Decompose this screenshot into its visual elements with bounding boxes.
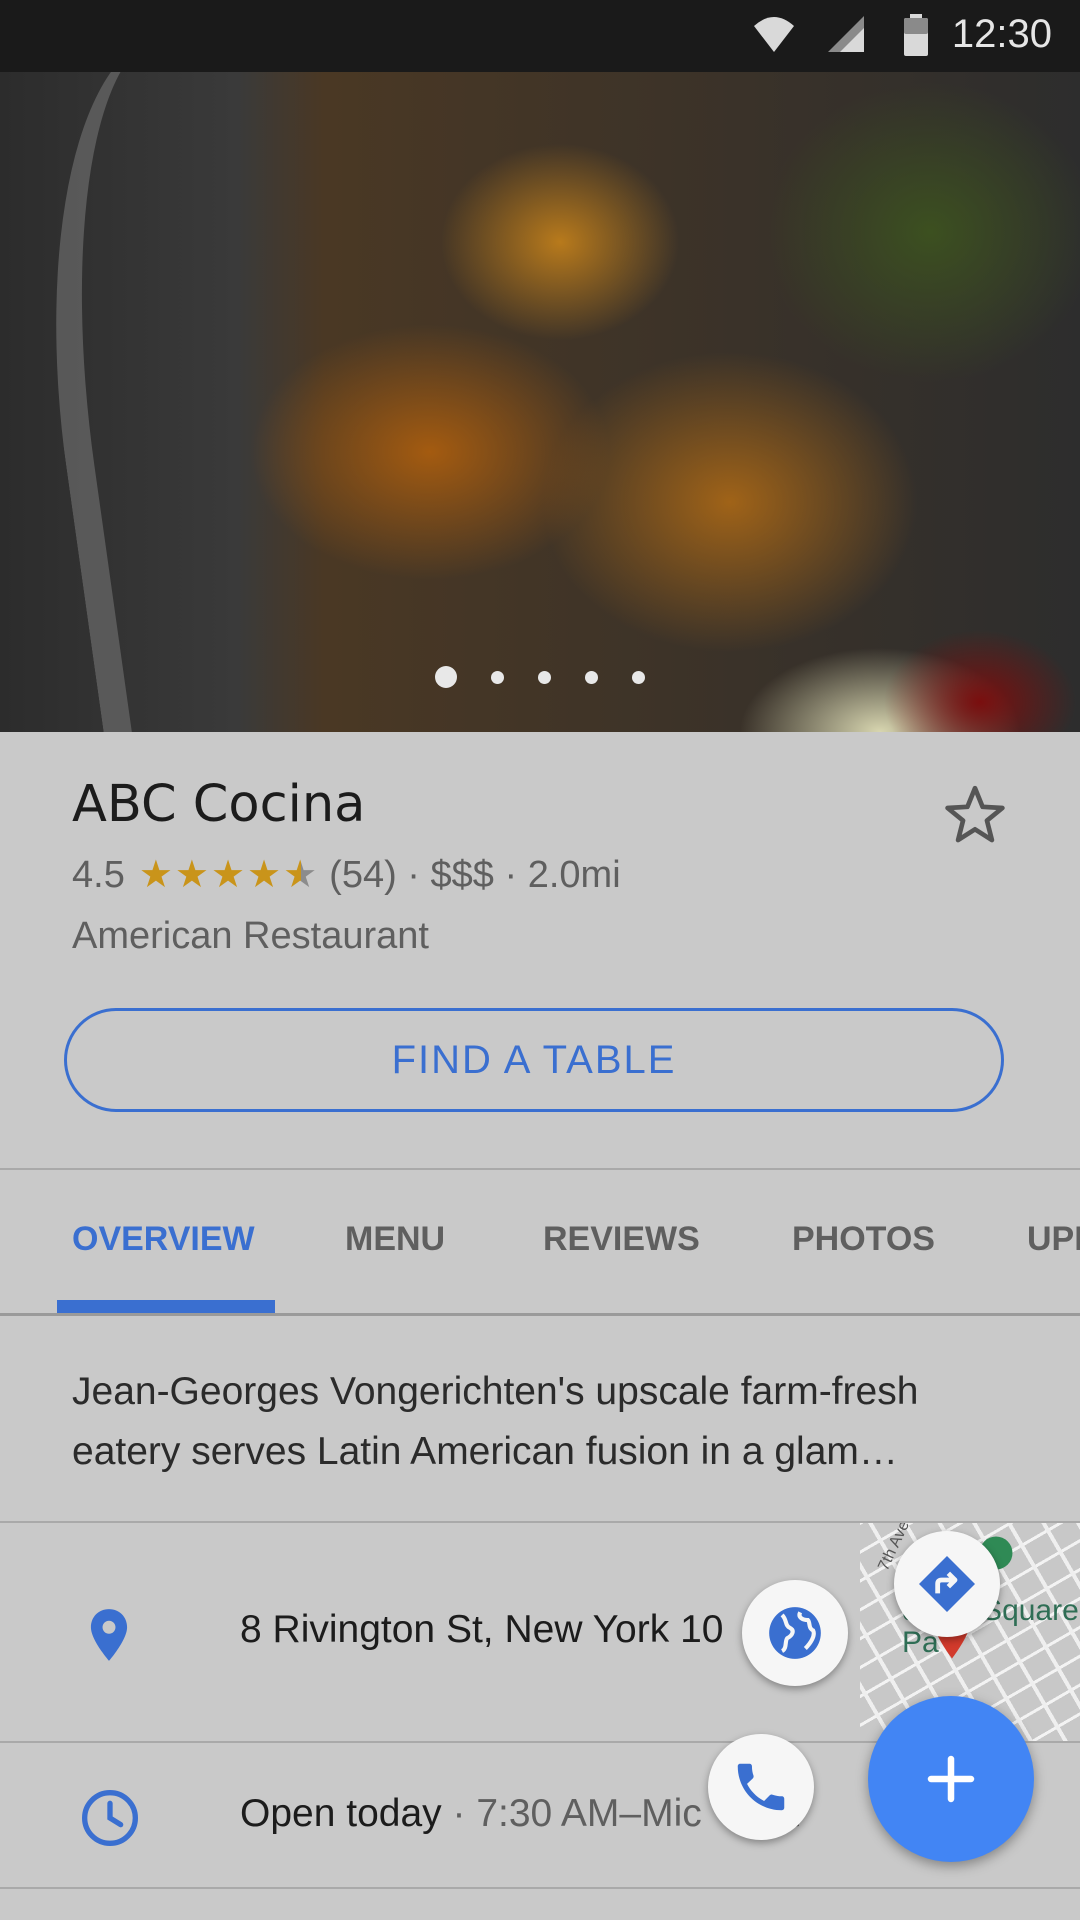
wifi-icon — [754, 17, 794, 52]
globe-icon — [769, 1607, 821, 1659]
separator: · — [396, 854, 431, 896]
phone-icon — [737, 1763, 785, 1811]
photo-dot[interactable] — [538, 670, 551, 684]
tab-updates[interactable]: UPI — [1027, 1220, 1080, 1259]
tab-indicator — [57, 1300, 275, 1313]
tab-photos[interactable]: PHOTOS — [792, 1220, 935, 1259]
tab-menu[interactable]: MENU — [345, 1220, 445, 1259]
half-star-icon: ★ — [283, 854, 320, 896]
save-star-icon[interactable] — [940, 780, 1010, 850]
separator: · — [493, 854, 528, 896]
rating-value: 4.5 — [72, 854, 125, 896]
hero-photo[interactable] — [0, 72, 1080, 732]
divider — [0, 1313, 1080, 1316]
location-pin-icon — [90, 1609, 128, 1661]
rating-row: 4.5 ★★★★★ (54) · $$$ · 2.0mi — [72, 852, 621, 897]
divider — [0, 1887, 1080, 1889]
place-category: American Restaurant — [72, 915, 429, 957]
address-text[interactable]: 8 Rivington St, New York 10 — [240, 1608, 723, 1652]
hours-range: 7:30 AM–Mic — [476, 1792, 702, 1835]
directions-button[interactable] — [894, 1531, 1000, 1637]
clock-icon — [82, 1790, 138, 1846]
hero-photo-spoon — [8, 72, 400, 732]
review-count[interactable]: (54) — [329, 854, 397, 896]
price-level: $$$ — [430, 854, 494, 896]
distance: 2.0mi — [527, 854, 621, 896]
directions-icon — [919, 1556, 975, 1612]
place-description[interactable]: Jean-Georges Vongerichten's upscale farm… — [72, 1362, 1012, 1482]
hours-status: Open today — [240, 1792, 442, 1835]
photo-dot[interactable] — [491, 670, 504, 684]
tab-overview[interactable]: OVERVIEW — [72, 1220, 255, 1259]
signal-icon — [828, 16, 864, 52]
add-fab-button[interactable] — [868, 1696, 1034, 1862]
separator: · — [441, 1792, 477, 1835]
website-button[interactable] — [742, 1580, 848, 1686]
call-button[interactable] — [708, 1734, 814, 1840]
photo-pager-dots[interactable] — [0, 666, 1080, 688]
status-time: 12:30 — [951, 12, 1052, 56]
status-bar: 12:30 — [0, 0, 1080, 72]
divider — [0, 1168, 1080, 1170]
plus-icon — [927, 1755, 975, 1803]
tab-reviews[interactable]: REVIEWS — [543, 1220, 700, 1259]
battery-icon — [904, 14, 928, 56]
find-a-table-button[interactable]: FIND A TABLE — [64, 1008, 1004, 1112]
photo-dot[interactable] — [585, 670, 598, 684]
place-title: ABC Cocina — [72, 775, 366, 834]
photo-dot[interactable] — [632, 670, 645, 684]
rating-stars: ★★★★★ — [138, 854, 320, 896]
photo-dot[interactable] — [435, 666, 457, 688]
